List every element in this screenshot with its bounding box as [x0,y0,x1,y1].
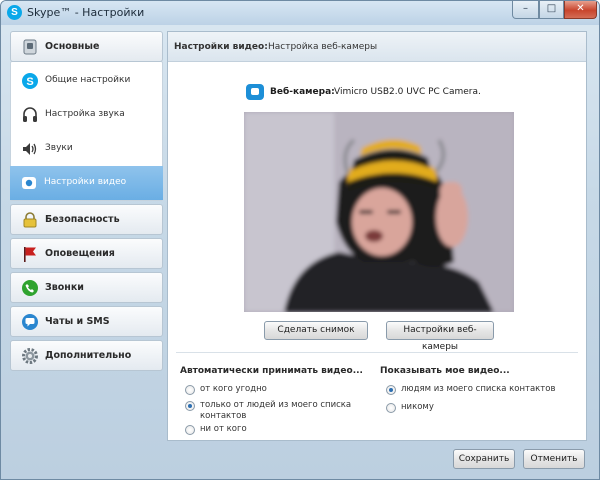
sidebar-category-calls[interactable]: Звонки [10,272,163,303]
sidebar-item-general-settings[interactable]: S Общие настройки [11,64,162,98]
skype-logo-icon: S [7,5,22,20]
webcam-device-name: Vimicro USB2.0 UVC PC Camera. [334,87,481,97]
radio-button[interactable] [386,403,396,413]
sidebar-category-general[interactable]: Основные [10,31,163,62]
close-button[interactable]: ✕ [564,1,597,19]
chat-icon [22,314,38,330]
sidebar-category-advanced[interactable]: Дополнительно [10,340,163,371]
sidebar-category-label: Звонки [45,282,84,293]
flag-icon [24,247,36,262]
sidebar-category-notifications[interactable]: Оповещения [10,238,163,269]
general-icon [23,39,37,55]
general-subitems: S Общие настройки Настройка звука Звуки … [10,61,163,201]
radio-label: от кого угодно [200,384,267,394]
section-divider [176,352,578,353]
webcam-icon [22,177,36,189]
radio-button-selected[interactable] [185,401,195,411]
sidebar-category-chats-sms[interactable]: Чаты и SMS [10,306,163,337]
settings-window: S Skype™ - Настройки – □ ✕ Основные S Об… [0,0,600,480]
sidebar-item-audio-settings[interactable]: Настройка звука [11,98,162,132]
sidebar-category-label: Чаты и SMS [45,316,110,327]
sidebar-item-sounds[interactable]: Звуки [11,132,162,166]
sidebar-category-label: Оповещения [45,248,115,259]
headset-icon [23,107,37,122]
show-my-video-title: Показывать мое видео... [380,366,510,376]
sidebar-item-label: Общие настройки [45,75,131,85]
phone-icon [22,280,38,296]
sidebar-category-label: Основные [45,41,100,52]
radio-button[interactable] [185,385,195,395]
sidebar-item-label: Настройки видео [44,177,127,187]
maximize-button[interactable]: □ [539,1,564,19]
webcam-preview-image [244,112,514,312]
webcam-settings-button[interactable]: Настройки веб-камеры [386,321,494,352]
gear-icon [22,348,38,364]
save-button[interactable]: Сохранить [453,449,515,469]
panel-header: Настройки видео: Настройка веб-камеры [168,32,586,62]
cancel-button[interactable]: Отменить [523,449,585,469]
take-snapshot-button[interactable]: Сделать снимок [264,321,368,340]
radio-label: ни от кого [200,424,247,434]
webcam-icon [246,84,264,100]
sidebar-item-video-settings[interactable]: Настройки видео [10,166,163,200]
window-title: Skype™ - Настройки [27,6,145,19]
title-bar[interactable]: S Skype™ - Настройки – □ ✕ [1,1,599,25]
auto-accept-video-title: Автоматически принимать видео... [180,366,363,376]
radio-button[interactable] [185,425,195,435]
radio-label: только от людей из моего списка контакто… [200,400,352,421]
webcam-label: Веб-камера: [270,87,335,97]
radio-label: людям из моего списка контактов [401,384,556,394]
panel-header-section: Настройки видео: [174,42,268,52]
panel-header-subtitle: Настройка веб-камеры [268,42,378,52]
sidebar-category-label: Дополнительно [45,350,132,361]
sidebar-item-label: Звуки [45,143,73,153]
sidebar-category-label: Безопасность [45,214,120,225]
speaker-icon [23,143,37,155]
radio-button-selected[interactable] [386,385,396,395]
skype-icon: S [22,73,38,89]
video-settings-panel: Настройки видео: Настройка веб-камеры Ве… [167,31,587,441]
sidebar-category-security[interactable]: Безопасность [10,204,163,235]
minimize-button[interactable]: – [512,1,539,19]
svg-text:S: S [26,76,33,88]
sidebar-item-label: Настройка звука [45,109,125,119]
radio-label: никому [401,402,434,412]
webcam-preview [244,112,514,312]
settings-sidebar: Основные S Общие настройки Настройка зву… [10,31,163,374]
lock-icon [23,212,37,228]
